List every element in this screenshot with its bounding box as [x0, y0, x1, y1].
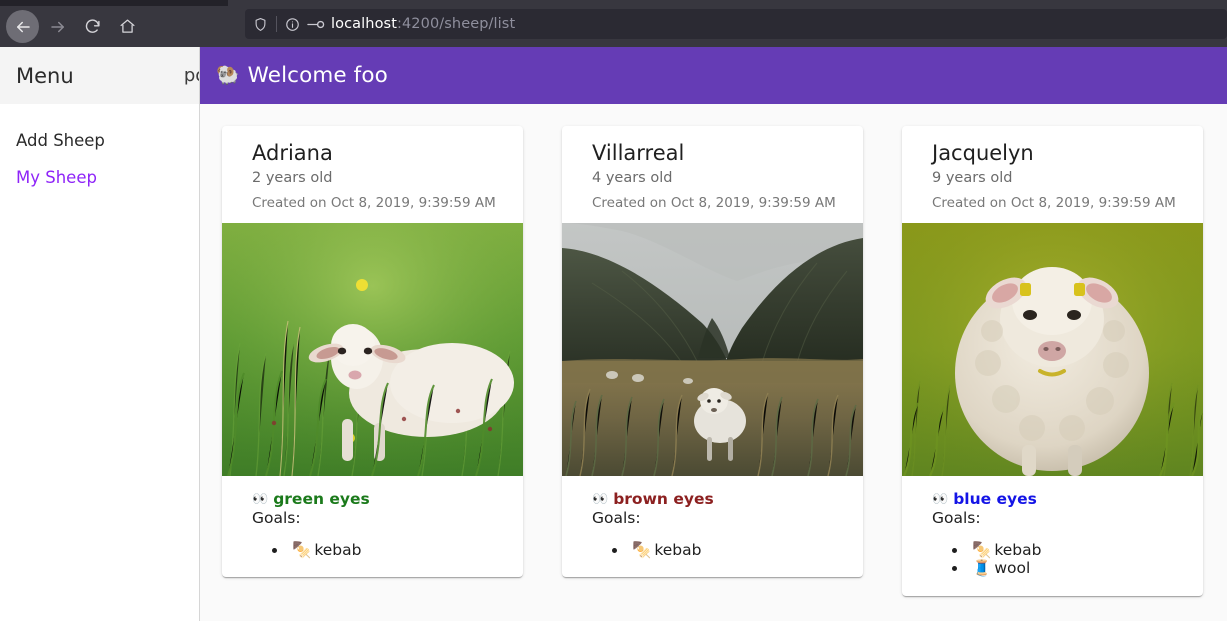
sidebar-powered-text: pow	[184, 65, 199, 86]
wool-icon: 🧵	[972, 559, 991, 577]
reload-icon	[84, 18, 101, 35]
goals-list: 🍢kebab 🧵wool	[968, 541, 1187, 578]
goal-label: kebab	[314, 541, 361, 559]
kebab-icon: 🍢	[292, 541, 311, 559]
active-tab[interactable]	[228, 0, 1227, 6]
goal-label: wool	[994, 559, 1030, 577]
sheep-name: Jacquelyn	[932, 141, 1187, 165]
sidebar-header: Menu pow	[0, 47, 199, 104]
home-icon	[119, 18, 136, 35]
sidebar-item-my-sheep[interactable]: My Sheep	[0, 159, 199, 196]
forward-button[interactable]	[41, 10, 74, 43]
app-toolbar: 🐏 Welcome foo	[200, 47, 1227, 104]
sidebar: Menu pow Add Sheep My Sheep	[0, 47, 200, 621]
key-icon[interactable]	[306, 18, 325, 31]
sheep-name: Adriana	[252, 141, 507, 165]
goal-item: 🍢kebab	[628, 541, 847, 559]
goal-item: 🧵wool	[968, 559, 1187, 577]
card-body: 👀 blue eyes Goals: 🍢kebab 🧵wool	[902, 476, 1203, 596]
goal-label: kebab	[654, 541, 701, 559]
sheep-card[interactable]: Jacquelyn 9 years old Created on Oct 8, …	[902, 126, 1203, 596]
sheep-name: Villarreal	[592, 141, 847, 165]
eyes-label: green eyes	[273, 490, 370, 508]
sheep-created-date: Created on Oct 8, 2019, 9:39:59 AM	[932, 195, 1187, 211]
sheep-created-date: Created on Oct 8, 2019, 9:39:59 AM	[252, 195, 507, 211]
eyes-icon: 👀	[592, 492, 608, 507]
sheep-card[interactable]: Villarreal 4 years old Created on Oct 8,…	[562, 126, 863, 577]
welcome-title: Welcome foo	[248, 63, 388, 88]
forward-arrow-icon	[49, 18, 67, 36]
sidebar-title: Menu	[16, 64, 74, 88]
card-body: 👀 brown eyes Goals: 🍢kebab	[562, 476, 863, 577]
sheep-card-list: Adriana 2 years old Created on Oct 8, 20…	[200, 104, 1227, 596]
shield-icon[interactable]	[253, 17, 268, 32]
url-host: localhost	[331, 16, 397, 32]
goal-label: kebab	[994, 541, 1041, 559]
card-header: Adriana 2 years old Created on Oct 8, 20…	[222, 126, 523, 223]
eyes-line: 👀 green eyes	[252, 490, 507, 508]
browser-chrome: localhost:4200/sheep/list	[0, 0, 1227, 47]
back-button[interactable]	[6, 10, 39, 43]
reload-button[interactable]	[76, 10, 109, 43]
goals-list: 🍢kebab	[628, 541, 847, 559]
back-arrow-icon	[14, 18, 32, 36]
sheep-age: 4 years old	[592, 170, 847, 186]
navigation-buttons	[0, 6, 146, 47]
urlbar-divider	[276, 16, 277, 32]
eyes-label: blue eyes	[953, 490, 1037, 508]
sheep-created-date: Created on Oct 8, 2019, 9:39:59 AM	[592, 195, 847, 211]
sheep-photo-green-meadow	[222, 223, 523, 476]
goals-label: Goals:	[932, 509, 1187, 527]
ram-icon: 🐏	[216, 66, 240, 85]
sheep-photo-mountain-valley	[562, 223, 863, 476]
sheep-photo-woolly-closeup	[902, 223, 1203, 476]
info-circle-icon[interactable]	[285, 17, 300, 32]
goals-list: 🍢kebab	[288, 541, 507, 559]
card-header: Villarreal 4 years old Created on Oct 8,…	[562, 126, 863, 223]
sheep-card[interactable]: Adriana 2 years old Created on Oct 8, 20…	[222, 126, 523, 577]
eyes-label: brown eyes	[613, 490, 714, 508]
goal-item: 🍢kebab	[968, 541, 1187, 559]
card-header: Jacquelyn 9 years old Created on Oct 8, …	[902, 126, 1203, 223]
url-bar[interactable]: localhost:4200/sheep/list	[245, 9, 1227, 39]
kebab-icon: 🍢	[972, 541, 991, 559]
sidebar-nav-list: Add Sheep My Sheep	[0, 104, 199, 196]
content-area: 🐏 Welcome foo Adriana 2 years old Create…	[200, 47, 1227, 621]
card-body: 👀 green eyes Goals: 🍢kebab	[222, 476, 523, 577]
page-body: Menu pow Add Sheep My Sheep 🐏 Welcome fo…	[0, 47, 1227, 621]
eyes-icon: 👀	[252, 492, 268, 507]
goals-label: Goals:	[252, 509, 507, 527]
home-button[interactable]	[111, 10, 144, 43]
eyes-icon: 👀	[932, 492, 948, 507]
sidebar-item-add-sheep[interactable]: Add Sheep	[0, 122, 199, 159]
url-path: :4200/sheep/list	[397, 16, 515, 32]
goals-label: Goals:	[592, 509, 847, 527]
sheep-age: 2 years old	[252, 170, 507, 186]
sheep-age: 9 years old	[932, 170, 1187, 186]
url-text: localhost:4200/sheep/list	[331, 16, 515, 32]
kebab-icon: 🍢	[632, 541, 651, 559]
eyes-line: 👀 blue eyes	[932, 490, 1187, 508]
goal-item: 🍢kebab	[288, 541, 507, 559]
eyes-line: 👀 brown eyes	[592, 490, 847, 508]
